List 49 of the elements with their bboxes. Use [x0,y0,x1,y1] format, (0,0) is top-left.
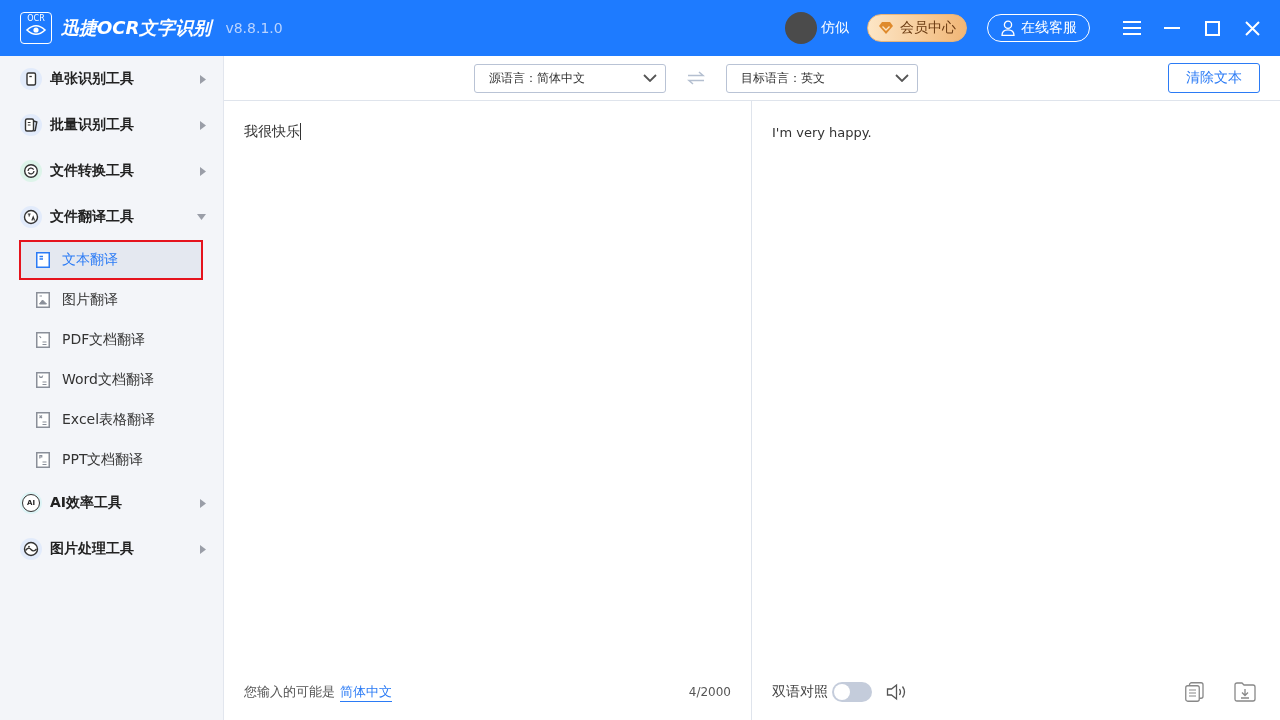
vip-center-button[interactable]: 会员中心 [867,14,967,42]
sidebar-sub-item[interactable]: 图片翻译 [19,280,203,320]
maximize-icon[interactable] [1204,20,1220,36]
document-icon [36,372,50,388]
source-text-field[interactable]: 我很快乐 [224,101,751,674]
logo-text: OCR [27,14,45,24]
circular-arrows-icon [20,160,42,182]
sidebar-group-item[interactable]: 文件转换工具 [0,148,223,194]
sidebar-group-item[interactable]: 图片处理工具 [0,526,223,572]
chevron-down-icon [643,74,657,82]
sidebar-group-item[interactable]: 文件翻译工具 [0,194,223,240]
menu-icon[interactable] [1123,21,1141,35]
copy-icon[interactable] [1185,682,1204,702]
picture-document-icon [36,292,50,308]
source-language-dropdown[interactable]: 源语言：简体中文 [474,63,666,93]
chevron-down-icon [895,74,909,82]
person-icon [1000,20,1015,36]
user-avatar[interactable] [785,12,817,44]
sidebar-sub-item[interactable]: PDF文档翻译 [19,320,203,360]
eye-icon [26,24,46,36]
document-icon [36,412,50,428]
document-icon [36,252,50,268]
translation-text: I'm very happy. [772,125,872,140]
sidebar-group-item[interactable]: 单张识别工具 [0,56,223,102]
swap-icon[interactable] [686,71,706,85]
sidebar-sub-item[interactable]: Word文档翻译 [19,360,203,400]
target-language-dropdown[interactable]: 目标语言：英文 [726,63,918,93]
bilingual-toggle[interactable] [832,682,872,702]
document-icon [36,452,50,468]
detected-language-link[interactable]: 简体中文 [340,682,392,702]
document-icon [20,68,42,90]
version-label: v8.8.1.0 [225,20,283,36]
documents-icon [20,114,42,136]
translate-icon [20,206,42,228]
document-icon [36,332,50,348]
wave-circle-icon [20,538,42,560]
app-name: 迅捷OCR文字识别 [61,16,212,40]
download-icon[interactable] [1234,682,1256,702]
close-icon[interactable] [1244,20,1260,36]
speaker-icon[interactable] [886,683,908,701]
char-count: 4/2000 [688,685,731,699]
user-name[interactable]: 仿似 [821,19,849,37]
bilingual-label: 双语对照 [772,683,828,701]
sidebar-group-item[interactable]: 批量识别工具 [0,102,223,148]
sidebar-sub-item[interactable]: PPT文档翻译 [19,440,203,480]
diamond-icon [878,21,894,35]
sidebar-sub-item[interactable]: Excel表格翻译 [19,400,203,440]
detected-language-hint: 您输入的可能是 [244,683,335,701]
clear-text-button[interactable]: 清除文本 [1168,63,1260,93]
